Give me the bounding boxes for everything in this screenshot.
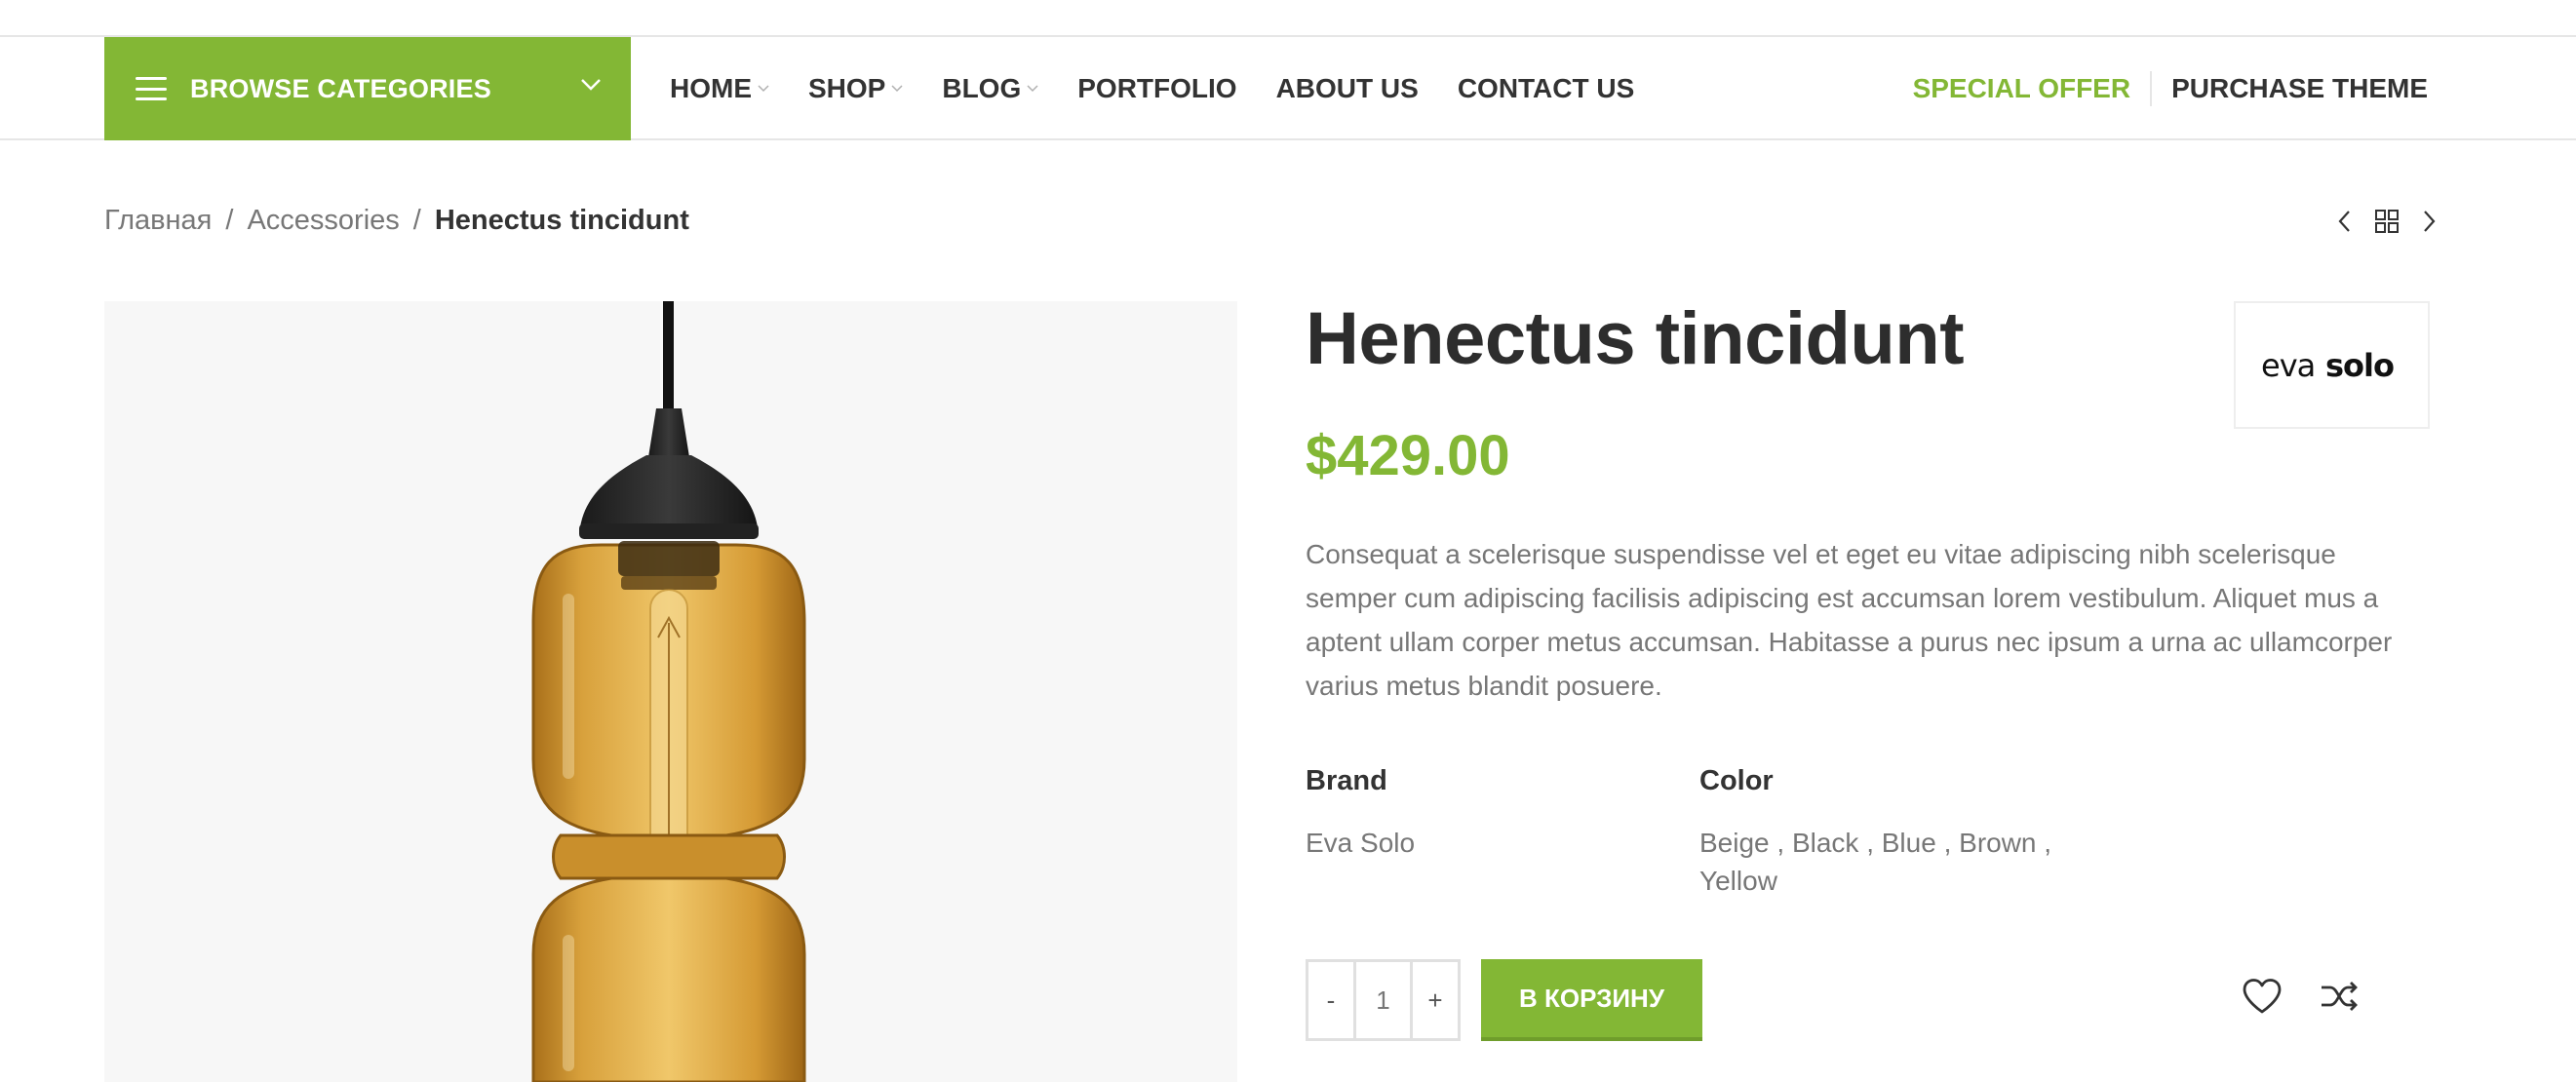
chevron-down-icon xyxy=(581,79,601,91)
menu-item-label: HOME xyxy=(670,73,752,103)
color-values-line[interactable]: Beige , Black , Blue , Brown , xyxy=(1699,824,2051,862)
chevron-down-icon xyxy=(1027,85,1038,93)
top-bar xyxy=(0,0,2576,37)
eva-solo-logo: eva solo xyxy=(2261,347,2395,384)
color-attribute-label: Color xyxy=(1699,765,1774,796)
browse-categories-button[interactable]: BROWSE CATEGORIES xyxy=(104,37,631,140)
add-to-wishlist-button[interactable] xyxy=(2241,975,2283,1018)
product-navigation xyxy=(2319,207,2447,236)
quantity-plus-button[interactable]: + xyxy=(1413,962,1458,1038)
previous-product-button[interactable] xyxy=(2326,207,2361,236)
chevron-down-icon xyxy=(891,85,903,93)
purchase-theme-link[interactable]: PURCHASE THEME xyxy=(2152,73,2428,104)
main-menu: HOME SHOP BLOG PORTFOLIO ABOUT US CONTAC… xyxy=(670,37,1673,140)
svg-text:solo: solo xyxy=(2325,347,2394,384)
main-navigation: BROWSE CATEGORIES HOME SHOP BLOG PORTFOL… xyxy=(0,37,2576,140)
quantity-input[interactable]: 1 xyxy=(1353,962,1413,1038)
breadcrumb-current: Henectus tincidunt xyxy=(434,205,689,236)
next-product-button[interactable] xyxy=(2412,207,2447,236)
brand-logo[interactable]: eva solo xyxy=(2234,301,2430,429)
chevron-down-icon xyxy=(758,85,769,93)
grid-icon xyxy=(2375,210,2399,233)
quantity-stepper: - 1 + xyxy=(1306,959,1461,1041)
brand-attribute-label: Brand xyxy=(1306,765,1387,796)
breadcrumb-separator: / xyxy=(225,205,234,236)
back-to-shop-button[interactable] xyxy=(2369,207,2404,236)
menu-item-label: BLOG xyxy=(942,73,1022,103)
shuffle-icon xyxy=(2322,982,2358,1011)
menu-item-label: CONTACT US xyxy=(1457,73,1635,103)
breadcrumb-separator: / xyxy=(412,205,421,236)
product-description: Consequat a scelerisque suspendisse vel … xyxy=(1306,539,2393,701)
heart-icon xyxy=(2243,979,2282,1014)
product-price: $429.00 xyxy=(1306,424,1510,487)
product-title: Henectus tincidunt xyxy=(1306,297,1965,380)
breadcrumb-home-link[interactable]: Главная xyxy=(104,205,212,237)
pendant-lamp-illustration xyxy=(531,301,806,1082)
quantity-minus-button[interactable]: - xyxy=(1308,962,1353,1038)
color-attribute-value: Beige , Black , Blue , Brown , Yellow xyxy=(1699,824,2051,900)
browse-categories-label: BROWSE CATEGORIES xyxy=(190,73,491,103)
brand-attribute-value[interactable]: Eva Solo xyxy=(1306,824,1415,862)
add-to-cart-button[interactable]: В КОРЗИНУ xyxy=(1481,959,1702,1041)
menu-item-label: PORTFOLIO xyxy=(1077,73,1237,103)
header-right-links: SPECIAL OFFER PURCHASE THEME xyxy=(1913,37,2428,140)
color-values-line[interactable]: Yellow xyxy=(1699,862,2051,900)
special-offer-link[interactable]: SPECIAL OFFER xyxy=(1913,71,2153,106)
menu-item-portfolio[interactable]: PORTFOLIO xyxy=(1077,73,1236,104)
menu-item-blog[interactable]: BLOG xyxy=(942,73,1038,104)
menu-item-shop[interactable]: SHOP xyxy=(808,73,903,104)
menu-item-home[interactable]: HOME xyxy=(670,73,769,104)
menu-item-contact-us[interactable]: CONTACT US xyxy=(1458,73,1634,104)
breadcrumb: Главная / Accessories / Henectus tincidu… xyxy=(104,205,689,237)
svg-text:eva: eva xyxy=(2261,347,2315,384)
menu-item-about-us[interactable]: ABOUT US xyxy=(1276,73,1419,104)
product-image[interactable] xyxy=(104,301,1237,1082)
hamburger-icon xyxy=(136,77,167,100)
breadcrumb-accessories-link[interactable]: Accessories xyxy=(247,205,399,237)
menu-item-label: SHOP xyxy=(808,73,886,103)
chevron-right-icon xyxy=(2424,211,2436,232)
chevron-left-icon xyxy=(2338,211,2350,232)
compare-button[interactable] xyxy=(2318,975,2361,1018)
menu-item-label: ABOUT US xyxy=(1275,73,1419,103)
